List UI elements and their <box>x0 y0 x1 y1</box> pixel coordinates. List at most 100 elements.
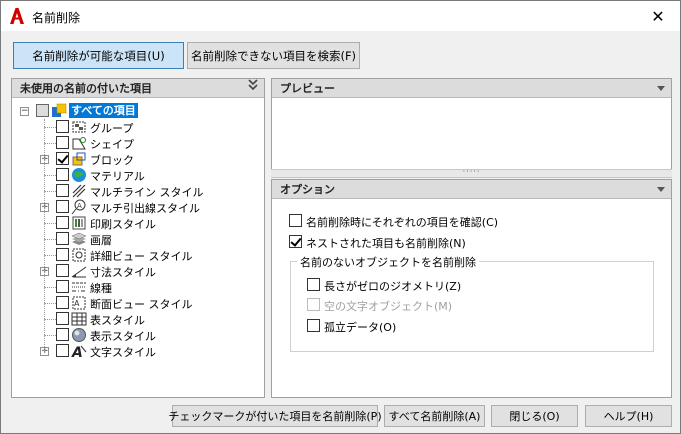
tree-checkbox[interactable] <box>56 200 69 213</box>
find-non-purgeable-button[interactable]: 名前削除できない項目を検索(F) <box>187 42 360 69</box>
tree-item-group[interactable]: グループ <box>12 119 252 135</box>
unused-items-header[interactable]: 未使用の名前の付いた項目 <box>12 79 264 98</box>
tree-connector <box>44 303 56 304</box>
close-button[interactable]: 閉じる(O) <box>491 405 578 427</box>
options-title: オプション <box>280 183 335 196</box>
tree-checkbox[interactable] <box>56 312 69 325</box>
tree-item-linetype[interactable]: 線種 <box>12 279 252 295</box>
tree-item-multiline-style[interactable]: マルチライン スタイル <box>12 183 252 199</box>
detail-view-style-icon <box>71 247 87 263</box>
nested-checkbox[interactable] <box>289 235 302 248</box>
tree-item-material[interactable]: マテリアル <box>12 167 252 183</box>
all-items-icon <box>51 103 67 119</box>
help-button[interactable]: ヘルプ(H) <box>585 405 672 427</box>
collapse-chevron-icon[interactable] <box>248 79 258 98</box>
tree-item-text-style[interactable]: + A 文字スタイル <box>12 343 252 361</box>
table-style-icon <box>71 311 87 327</box>
tree-item-label: 断面ビュー スタイル <box>90 298 193 311</box>
tree-item-all-items[interactable]: − すべての項目 <box>12 103 252 119</box>
text-style-icon: A <box>71 343 87 361</box>
dropdown-arrow-icon[interactable] <box>657 86 665 91</box>
collapse-icon[interactable]: − <box>20 107 29 116</box>
tree-checkbox[interactable] <box>56 280 69 293</box>
block-icon <box>71 151 87 167</box>
plot-style-icon <box>71 215 87 231</box>
zero-length-checkbox[interactable] <box>307 278 320 291</box>
unnamed-objects-group-title: 名前のないオブジェクトを名前削除 <box>297 254 479 270</box>
preview-header[interactable]: プレビュー <box>272 79 671 98</box>
tree-item-visual-style[interactable]: 表示スタイル <box>12 327 252 343</box>
multiline-style-icon <box>71 183 87 199</box>
tree-connector <box>44 127 56 128</box>
layer-icon <box>71 231 87 247</box>
section-view-style-icon: A <box>71 295 87 311</box>
tree-item-label: 線種 <box>90 282 112 295</box>
tree-item-label: すべての項目 <box>69 103 138 118</box>
tree-checkbox[interactable] <box>56 136 69 149</box>
tree-item-label: ブロック <box>90 154 134 167</box>
unused-items-panel: 未使用の名前の付いた項目 − すべての項目 グループシェイプ + ブロック マテリアルマル… <box>11 78 265 398</box>
tree-item-label: 画層 <box>90 234 112 247</box>
tree-item-mleader-style[interactable]: + A マルチ引出線スタイル <box>12 199 252 215</box>
tree-item-label: 詳細ビュー スタイル <box>90 250 193 263</box>
tree-checkbox[interactable] <box>56 216 69 229</box>
preview-panel: プレビュー <box>271 78 672 170</box>
tree-connector <box>44 191 56 192</box>
tree-checkbox[interactable] <box>56 248 69 261</box>
autocad-app-icon <box>10 8 24 24</box>
shape-icon <box>71 135 87 151</box>
purgeable-items-button[interactable]: 名前削除が可能な項目(U) <box>13 42 184 69</box>
tree-connector <box>44 319 56 320</box>
close-icon: ✕ <box>651 6 665 26</box>
tree-checkbox[interactable] <box>56 232 69 245</box>
options-header[interactable]: オプション <box>272 180 671 199</box>
tree-checkbox[interactable] <box>56 152 69 165</box>
tree-connector <box>44 223 56 224</box>
tree-checkbox[interactable] <box>36 104 49 117</box>
tree-item-block[interactable]: + ブロック <box>12 151 252 167</box>
tree-checkbox[interactable] <box>56 120 69 133</box>
close-window-button[interactable]: ✕ <box>636 1 680 31</box>
unused-items-title: 未使用の名前の付いた項目 <box>20 82 152 95</box>
purge-all-button[interactable]: すべて名前削除(A) <box>384 405 485 427</box>
zero-length-label: 長さがゼロのジオメトリ(Z) <box>324 280 462 293</box>
tree-connector <box>44 335 56 336</box>
tree-checkbox[interactable] <box>56 344 69 357</box>
panel-splitter[interactable]: ····· <box>271 168 672 178</box>
tree-item-shape[interactable]: シェイプ <box>12 135 252 151</box>
tree-connector <box>44 239 56 240</box>
tree-checkbox[interactable] <box>56 168 69 181</box>
tree-item-plot-style[interactable]: 印刷スタイル <box>12 215 252 231</box>
group-icon <box>71 119 87 135</box>
purge-checked-button[interactable]: チェックマークが付いた項目を名前削除(P) <box>168 405 382 427</box>
dropdown-arrow-icon[interactable] <box>657 187 665 192</box>
tree-item-table-style[interactable]: 表スタイル <box>12 311 252 327</box>
tree-item-label: 印刷スタイル <box>90 218 156 231</box>
tree-item-dimension-style[interactable]: + 寸法スタイル <box>12 263 252 279</box>
tree-item-label: マルチライン スタイル <box>90 186 204 199</box>
empty-text-checkbox <box>307 298 320 311</box>
tree-item-label: 文字スタイル <box>90 346 156 359</box>
tree-checkbox[interactable] <box>56 328 69 341</box>
orphan-data-checkbox[interactable] <box>307 319 320 332</box>
title-bar: 名前削除 ✕ <box>1 1 680 31</box>
tree-connector <box>44 287 56 288</box>
tree-item-section-view-style[interactable]: A 断面ビュー スタイル <box>12 295 252 311</box>
tree-checkbox[interactable] <box>56 264 69 277</box>
tree-item-label: 表スタイル <box>90 314 145 327</box>
tree-connector <box>44 143 56 144</box>
tree-checkbox[interactable] <box>56 296 69 309</box>
svg-text:A: A <box>77 202 82 210</box>
tree-item-label: 表示スタイル <box>90 330 156 343</box>
tree-checkbox[interactable] <box>56 184 69 197</box>
tree-item-label: 寸法スタイル <box>90 266 156 279</box>
orphan-data-label: 孤立データ(O) <box>324 321 397 334</box>
dimension-style-icon <box>71 263 87 279</box>
tree-item-detail-view-style[interactable]: 詳細ビュー スタイル <box>12 247 252 263</box>
window-title: 名前削除 <box>32 11 81 25</box>
material-icon <box>71 167 87 183</box>
tree-item-label: マルチ引出線スタイル <box>90 202 200 215</box>
tree-item-layer[interactable]: 画層 <box>12 231 252 247</box>
confirm-each-checkbox[interactable] <box>289 214 302 227</box>
tree-item-label: シェイプ <box>90 138 134 151</box>
